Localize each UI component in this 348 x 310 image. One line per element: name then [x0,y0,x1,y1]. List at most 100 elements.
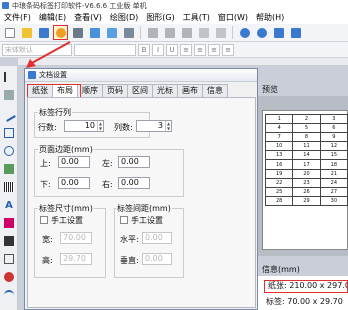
preview-table: 1 2 3 4 5 6 7 8 9 10 11 12 13 14 15 16 17 18 19 20 21 22 23 24 2… [264,113,348,206]
qrcode-icon [4,236,14,246]
tab-cursor[interactable]: 光标 [152,84,178,97]
italic-button[interactable]: I [152,43,164,56]
row-col-legend: 标签行列 [38,107,72,118]
cut-button[interactable] [145,25,160,40]
underline-button[interactable]: U [166,43,178,56]
qrcode-tool[interactable] [2,234,16,248]
bottom-margin-input[interactable]: 0.00 [58,177,90,189]
label-gap-manual-checkbox[interactable] [120,216,128,224]
image-tool[interactable] [2,162,16,176]
tab-paper[interactable]: 纸张 [27,84,53,97]
paste-icon [181,27,192,38]
select-tool[interactable] [2,70,16,84]
paste-button[interactable] [179,25,194,40]
menu-edit[interactable]: 编辑(E) [35,12,70,23]
print-button[interactable] [70,25,85,40]
scissors-icon [147,27,158,38]
rows-input[interactable]: 10 ▲ ▼ [64,120,104,132]
cols-spinner[interactable]: ▲ ▼ [165,121,171,131]
undo-button[interactable] [196,25,211,40]
rows-spinner[interactable]: ▲ ▼ [97,121,103,131]
font-size-select[interactable] [74,43,136,56]
cols-value: 3 [157,121,163,130]
barcode-tool[interactable] [2,180,16,194]
menu-file[interactable]: 文件(F) [0,12,35,23]
right-margin-input[interactable]: 0.00 [118,177,150,189]
label-size-manual-checkbox[interactable] [40,216,48,224]
width-input[interactable]: 70.00 [60,232,92,244]
separator [140,26,141,39]
print-preview-button[interactable] [87,25,102,40]
rectangle-tool[interactable] [2,126,16,140]
preview-row: 789 [264,132,348,143]
preview-cell: 9 [319,132,348,143]
tab-canvas[interactable]: 画布 [177,84,203,97]
preview-label: 预览 [262,85,278,94]
menu-shape[interactable]: 图形(G) [142,12,178,23]
rectangle-icon [4,128,14,138]
preview-row: 456 [264,123,348,134]
tab-info[interactable]: 信息 [202,84,228,97]
open-button[interactable] [19,25,34,40]
menu-tools[interactable]: 工具(T) [179,12,214,23]
document-settings-button[interactable] [53,25,68,40]
database-button[interactable] [104,25,119,40]
bold-button[interactable]: B [138,43,150,56]
redo-button[interactable] [213,25,228,40]
line-icon [2,108,16,122]
table-tool[interactable] [2,252,16,266]
new-doc-button[interactable] [2,25,17,40]
height-input[interactable]: 29.70 [60,253,92,265]
tab-range[interactable]: 区间 [127,84,153,97]
font-select[interactable]: 宋体默认 [2,43,72,56]
preview-row: 123 [264,113,348,125]
align-center-button[interactable]: ≡ [194,43,206,56]
fit-button[interactable] [271,25,286,40]
zoom-out-button[interactable] [254,25,269,40]
menu-help[interactable]: 帮助(H) [252,12,288,23]
rows-value: 10 [84,121,95,130]
preview-cell: 24 [319,177,348,188]
align-left-button[interactable]: ≡ [180,43,192,56]
curve-tool[interactable] [2,288,16,302]
tab-layout[interactable]: 布局 [52,84,78,97]
preview-grid: 1 2 3 4 5 6 7 8 9 10 11 12 13 14 15 16 17 18 19 20 21 22 23 24 2… [264,113,348,206]
rich-text-tool[interactable] [2,216,16,230]
width-label: 宽: [42,235,53,244]
ellipse-icon [4,146,14,156]
text-tool[interactable]: A [2,198,16,212]
preview-cell: 25 [264,186,294,197]
left-margin-input[interactable]: 0.00 [118,156,150,168]
tab-page-number[interactable]: 页码 [102,84,128,97]
title-bar: 中琅条码标签打印软件-V6.6.6 工业版 单机 [0,0,348,11]
database-icon [106,27,117,38]
layout-panel: 标签行列 行数: 10 ▲ ▼ 列数: 3 ▲ ▼ 页面边距(mm) 上: 0.00… [27,97,256,308]
preview-row: 10 11 12 [264,141,348,152]
vertical-gap-label: 垂直: [120,256,139,265]
shape-tool[interactable] [2,270,16,284]
ellipse-tool[interactable] [2,144,16,158]
move-tool[interactable] [2,88,16,102]
preview-cell: 16 [264,159,294,170]
top-margin-label: 上: [40,159,51,168]
cols-input[interactable]: 3 ▲ ▼ [136,120,172,132]
line-tool[interactable] [2,108,16,122]
align-right-button[interactable]: ≡ [208,43,220,56]
horizontal-gap-input[interactable]: 0.00 [142,232,172,244]
preview-cell: 18 [319,159,348,170]
save-button[interactable] [36,25,51,40]
main-toolbar [0,24,348,42]
menu-draw[interactable]: 绘图(D) [106,12,142,23]
zoom-in-button[interactable] [237,25,252,40]
vertical-gap-input[interactable]: 0.00 [142,253,172,265]
app-title: 中琅条码标签打印软件-V6.6.6 工业版 单机 [12,1,147,10]
label-size-manual-label: 手工设置 [51,216,83,225]
actual-size-button[interactable] [288,25,303,40]
copy-button[interactable] [162,25,177,40]
grid-button[interactable] [121,25,136,40]
align-justify-button[interactable]: ≡ [222,43,234,56]
tab-order[interactable]: 顺序 [77,84,103,97]
menu-view[interactable]: 查看(V) [70,12,106,23]
top-margin-input[interactable]: 0.00 [58,156,90,168]
menu-window[interactable]: 窗口(W) [214,12,252,23]
